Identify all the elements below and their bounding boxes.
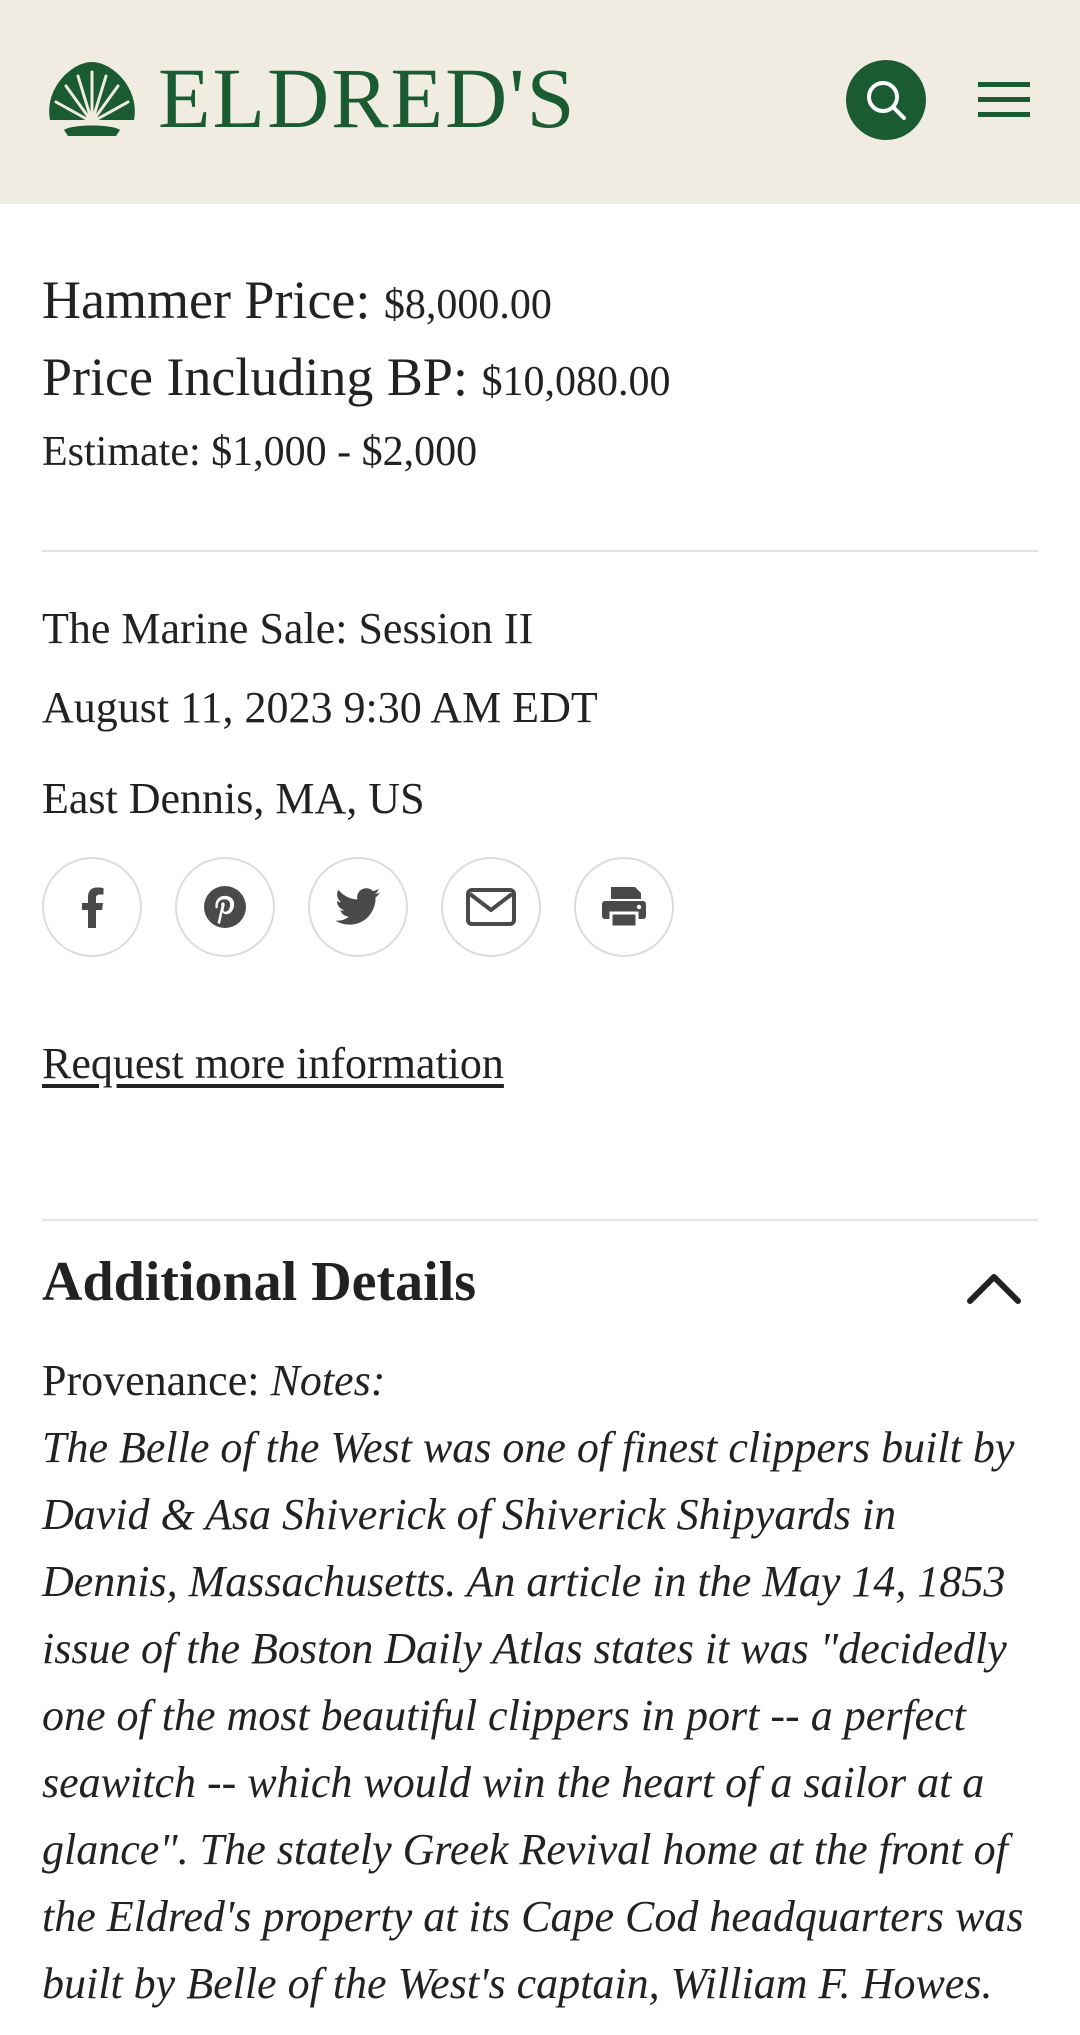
- sale-name: The Marine Sale: Session II: [42, 604, 534, 653]
- brand-logo[interactable]: ELDRED'S: [42, 50, 577, 146]
- hammer-price: Hammer Price: $8,000.00: [42, 264, 1038, 341]
- lot-content: Hammer Price: $8,000.00 Price Including …: [42, 204, 1038, 2017]
- search-icon: [867, 81, 906, 120]
- email-icon: [466, 888, 516, 926]
- site-header: ELDRED'S: [0, 0, 1080, 204]
- pinterest-icon: [204, 886, 246, 928]
- bp-price-value: $10,080.00: [481, 359, 671, 405]
- request-info-link[interactable]: Request more information: [42, 1035, 504, 1093]
- twitter-icon: [335, 888, 380, 925]
- provenance-line: Provenance: Notes:: [42, 1347, 1038, 1414]
- provenance-notes: The Belle of the West was one of finest …: [42, 1423, 1024, 2008]
- shell-logo-icon: [49, 62, 135, 136]
- hamburger-menu-icon[interactable]: [978, 80, 1030, 120]
- hammer-price-value: $8,000.00: [383, 282, 552, 328]
- price-including-bp: Price Including BP: $10,080.00: [42, 341, 1038, 418]
- facebook-icon: [82, 887, 104, 928]
- search-button[interactable]: [846, 60, 926, 140]
- provenance-label: Provenance:: [42, 1356, 260, 1405]
- sale-location: East Dennis, MA, US: [42, 774, 425, 823]
- sale-datetime: August 11, 2023 9:30 AM EDT: [42, 683, 598, 732]
- share-pinterest-button[interactable]: [175, 857, 275, 957]
- divider: [42, 550, 1038, 552]
- share-buttons: [42, 857, 1038, 957]
- share-email-button[interactable]: [441, 857, 541, 957]
- share-twitter-button[interactable]: [308, 857, 408, 957]
- divider: [42, 1219, 1038, 1221]
- chevron-up-icon[interactable]: [964, 1267, 1024, 1307]
- print-button[interactable]: [574, 857, 674, 957]
- hammer-price-label: Hammer Price:: [42, 270, 371, 330]
- bp-price-label: Price Including BP:: [42, 347, 468, 407]
- notes-label: Notes:: [270, 1356, 386, 1405]
- brand-name: ELDRED'S: [158, 50, 577, 146]
- print-icon: [602, 887, 646, 929]
- share-facebook-button[interactable]: [42, 857, 142, 957]
- additional-details-title: Additional Details: [42, 1251, 477, 1313]
- additional-details-header[interactable]: Additional Details: [42, 1247, 1038, 1317]
- estimate: Estimate: $1,000 - $2,000: [42, 429, 478, 475]
